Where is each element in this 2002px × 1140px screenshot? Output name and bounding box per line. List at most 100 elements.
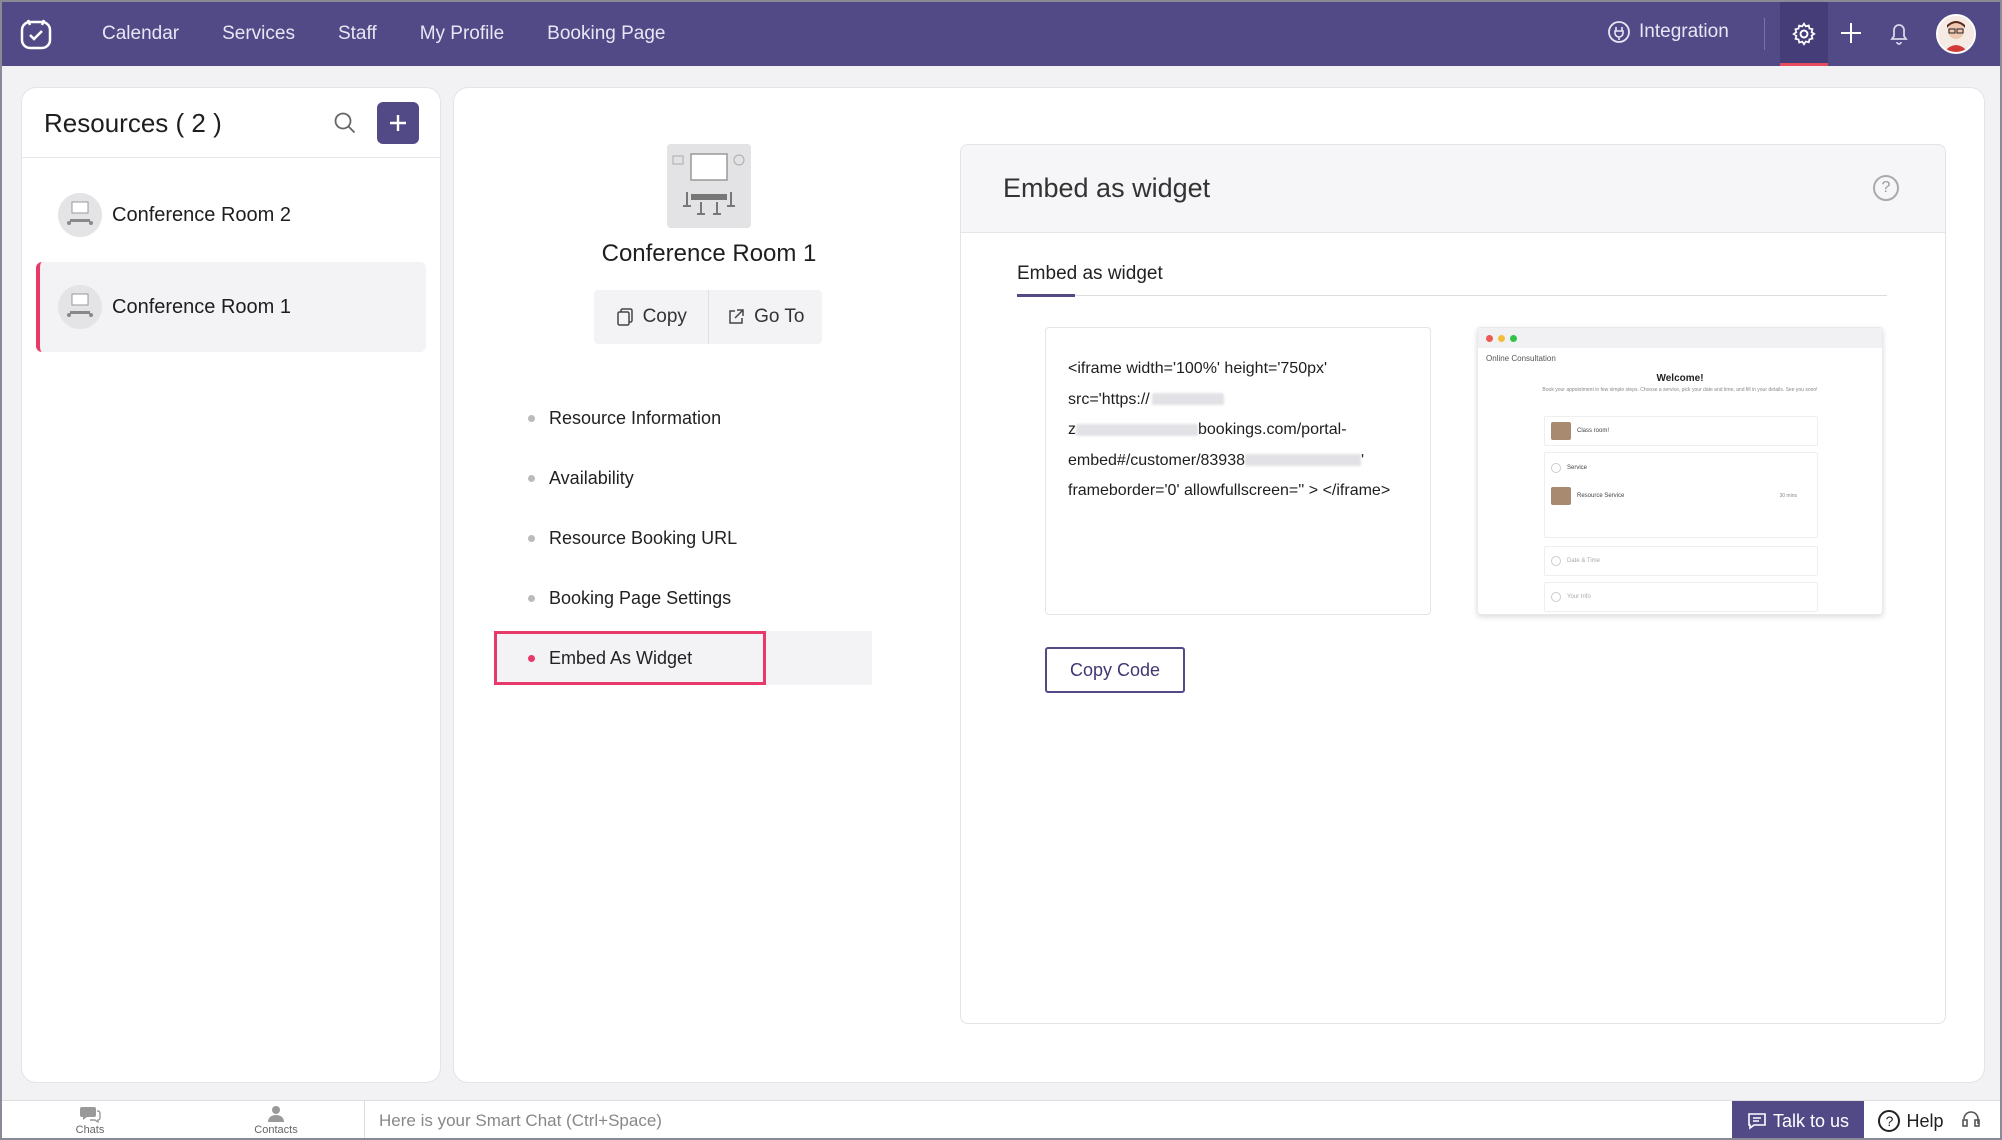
- code-line-text-prefix: z: [1068, 421, 1076, 438]
- contacts-label: Contacts: [254, 1124, 298, 1136]
- nav-calendar[interactable]: Calendar: [102, 23, 179, 45]
- plus-icon: [390, 115, 406, 131]
- chats-button[interactable]: Chats: [60, 1105, 120, 1136]
- gear-icon: [1792, 22, 1816, 46]
- embed-widget-card: Embed as widget ? Embed as widget <ifram…: [960, 144, 1946, 1024]
- bullet-icon: [528, 594, 535, 602]
- integration-link[interactable]: Integration: [1607, 20, 1729, 44]
- menu-resource-booking-url[interactable]: Resource Booking URL: [496, 508, 872, 568]
- step-circle-icon: [1551, 556, 1561, 566]
- nav-my-profile[interactable]: My Profile: [420, 23, 504, 45]
- step-circle-icon: [1551, 463, 1561, 473]
- bullet-icon: [528, 414, 535, 422]
- help-button[interactable]: ? Help: [1866, 1101, 1956, 1138]
- preview-row: Service Resource Service 30 mins: [1544, 452, 1818, 538]
- nav-booking-page[interactable]: Booking Page: [547, 23, 665, 45]
- chat-bubble-icon: [1748, 1113, 1766, 1130]
- support-icon[interactable]: [1960, 1110, 1982, 1137]
- redacted-text: [1245, 454, 1361, 467]
- resource-name: Conference Room 2: [112, 203, 291, 226]
- nav-services[interactable]: Services: [222, 23, 295, 45]
- preview-row-label: Your Info: [1567, 594, 1591, 600]
- code-line: frameborder='0' allowfullscreen='' > </i…: [1068, 482, 1391, 499]
- resources-panel: Resources ( 2 ) Conference Room 2 Confer…: [22, 88, 440, 1082]
- chats-label: Chats: [75, 1124, 105, 1136]
- maximize-dot-icon: [1510, 334, 1517, 342]
- resource-thumbnail: [58, 193, 102, 237]
- resource-thumbnail: [58, 285, 102, 329]
- preview-thumbnail: [1551, 422, 1571, 440]
- go-to-button[interactable]: Go To: [709, 290, 823, 344]
- menu-resource-information[interactable]: Resource Information: [496, 388, 872, 448]
- resource-item-conference-room-1[interactable]: Conference Room 1: [36, 262, 426, 352]
- preview-subtitle: Book your appointment in few simple step…: [1542, 387, 1818, 393]
- embed-card-title: Embed as widget: [1003, 173, 1211, 203]
- app-logo-icon[interactable]: [18, 16, 54, 52]
- search-icon[interactable]: [332, 110, 358, 141]
- copy-code-button[interactable]: Copy Code: [1045, 647, 1185, 693]
- help-icon[interactable]: ?: [1873, 175, 1899, 201]
- resources-header: Resources ( 2 ): [22, 88, 440, 158]
- embed-code-box[interactable]: <iframe width='100%' height='750px' src=…: [1045, 327, 1431, 615]
- code-line-text: bookings.com/portal-: [1198, 421, 1347, 438]
- bullet-icon: [528, 534, 535, 542]
- code-line-text-suffix: ': [1361, 451, 1365, 469]
- preview-row: Your Info: [1544, 582, 1818, 612]
- preview-header: Online Consultation: [1486, 354, 1556, 363]
- code-line-4: embed#/customer/83938 ': [1068, 446, 1408, 477]
- highlight-box: [494, 631, 766, 685]
- top-nav: Calendar Services Staff My Profile Booki…: [2, 2, 2000, 66]
- widget-preview: Online Consultation Welcome! Book your a…: [1477, 327, 1883, 615]
- chat-icon: [80, 1107, 101, 1123]
- add-resource-button[interactable]: [377, 102, 419, 144]
- menu-label: Resource Booking URL: [549, 527, 738, 548]
- bullet-icon: [528, 474, 535, 482]
- step-circle-icon: [1551, 592, 1561, 602]
- preview-row: Class room!: [1544, 416, 1818, 446]
- copy-icon: [616, 308, 633, 326]
- preview-row-label: Date & Time: [1567, 558, 1601, 564]
- avatar[interactable]: [1936, 14, 1976, 54]
- app-window: Calendar Services Staff My Profile Booki…: [0, 0, 2002, 1140]
- redacted-text: [1151, 393, 1224, 406]
- resource-menu: Resource Information Availability Resour…: [494, 388, 872, 685]
- contacts-button[interactable]: Contacts: [246, 1105, 306, 1136]
- code-line-3: z bookings.com/portal-: [1068, 415, 1408, 446]
- bell-icon[interactable]: [1884, 18, 1914, 53]
- smart-chat-input[interactable]: Here is your Smart Chat (Ctrl+Space): [364, 1101, 1728, 1138]
- nav-divider: [1764, 18, 1765, 50]
- tab-embed-as-widget[interactable]: Embed as widget: [1017, 263, 1163, 285]
- code-line-text: embed#/customer/83938: [1068, 451, 1245, 469]
- integration-label: Integration: [1639, 21, 1729, 42]
- resource-detail-panel: Conference Room 1 Copy Go To Resource In…: [454, 88, 1984, 1082]
- bottom-bar: Chats Contacts Here is your Smart Chat (…: [2, 1100, 2000, 1138]
- resource-name: Conference Room 1: [112, 295, 291, 318]
- copy-button[interactable]: Copy: [594, 290, 709, 344]
- close-dot-icon: [1486, 334, 1493, 342]
- menu-availability[interactable]: Availability: [496, 448, 872, 508]
- menu-label: Booking Page Settings: [549, 587, 732, 608]
- menu-booking-page-settings[interactable]: Booking Page Settings: [496, 568, 872, 628]
- room-actions: Copy Go To: [594, 290, 822, 344]
- question-icon: ?: [1878, 1110, 1901, 1132]
- menu-label: Resource Information: [549, 407, 722, 428]
- add-icon[interactable]: [1836, 18, 1866, 53]
- settings-button[interactable]: [1780, 2, 1828, 66]
- talk-to-us-button[interactable]: Talk to us: [1732, 1101, 1864, 1138]
- redacted-text: [1076, 423, 1198, 436]
- room-image: [667, 144, 751, 228]
- preview-row-label: Service: [1567, 465, 1588, 471]
- room-title: Conference Room 1: [601, 240, 817, 267]
- minimize-dot-icon: [1498, 334, 1505, 342]
- preview-row-label: Class room!: [1577, 428, 1610, 434]
- active-indicator: [1780, 63, 1828, 66]
- external-link-icon: [729, 309, 744, 324]
- copy-label: Copy: [642, 306, 687, 327]
- nav-staff[interactable]: Staff: [338, 23, 377, 45]
- go-to-label: Go To: [754, 306, 805, 327]
- talk-label: Talk to us: [1772, 1110, 1850, 1131]
- menu-embed-as-widget[interactable]: Embed As Widget: [494, 631, 872, 685]
- resource-item-conference-room-2[interactable]: Conference Room 2: [36, 170, 426, 260]
- code-line-2: src='https://: [1068, 385, 1408, 416]
- preview-row: Date & Time: [1544, 546, 1818, 576]
